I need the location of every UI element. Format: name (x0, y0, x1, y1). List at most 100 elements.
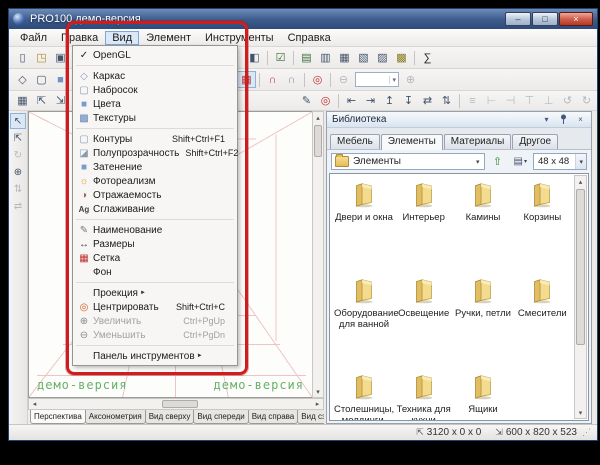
resize-grip[interactable]: ⋰ (582, 427, 591, 438)
view-tab-4[interactable]: Вид справа (247, 410, 299, 424)
snap-objects-button[interactable]: ∩ (282, 71, 301, 88)
ungroup-button[interactable]: ⊢ (482, 92, 501, 109)
dimension-tool-button[interactable]: ⇱ (10, 130, 26, 146)
folder-item[interactable]: Техника для кухни (394, 372, 453, 420)
wireframe-view-button[interactable]: ◇ (13, 71, 32, 88)
pin-panel-button[interactable] (556, 113, 571, 127)
distribute-h-button[interactable]: ⇄ (418, 92, 437, 109)
scroll-up-icon[interactable]: ▴ (575, 176, 586, 187)
move-element-button[interactable]: ⇱ (32, 92, 51, 109)
mirror-button[interactable]: ⊥ (539, 92, 558, 109)
zoom-level-combo[interactable]: ▾ (355, 72, 399, 87)
icon-size-combo[interactable]: 48 x 48 ▾ (533, 153, 587, 170)
folder-item[interactable]: Столешницы, молдинги, гар... (334, 372, 394, 420)
folder-item[interactable]: Освещение (394, 276, 453, 364)
minimize-button[interactable]: – (505, 12, 531, 26)
scroll-down-icon[interactable]: ▾ (575, 407, 586, 418)
zoom-out-button[interactable]: ⊖ (334, 71, 353, 88)
view-mode-button[interactable]: ▤ ▾ (511, 152, 530, 171)
close-panel-button[interactable]: × (573, 113, 588, 127)
folder-item[interactable]: Ящики (453, 372, 512, 420)
colors-view-button[interactable]: ■ (51, 71, 70, 88)
menu-item[interactable]: ■ Затенение (73, 160, 237, 174)
menu-item[interactable]: ↔ Размеры (73, 237, 237, 251)
summary-button[interactable]: ∑ (418, 49, 437, 66)
menu-item[interactable]: Фон (73, 265, 237, 279)
rotate-tool-button[interactable]: ↻ (10, 147, 26, 163)
open-file-button[interactable]: ◳ (32, 49, 51, 66)
library-scrollbar[interactable]: ▴ ▾ (574, 175, 587, 419)
center-view-button[interactable]: ◎ (316, 92, 335, 109)
panel-menu-button[interactable]: ▾ (539, 113, 554, 127)
view-tab-0[interactable]: Перспектива (30, 410, 86, 424)
menu-item[interactable]: ◎ Центрировать Shift+Ctrl+C (73, 300, 237, 314)
menu-item[interactable]: ▢ Набросок (73, 83, 237, 97)
menubar-item-2[interactable]: Вид (105, 30, 140, 45)
rotate-left-button[interactable]: ↺ (558, 92, 577, 109)
flip-v-button[interactable]: ⊤ (520, 92, 539, 109)
menu-item[interactable]: ⊖ Уменьшить Ctrl+PgDn (73, 328, 237, 342)
report-3-button[interactable]: ▦ (335, 49, 354, 66)
menu-item[interactable]: ▢ Контуры Shift+Ctrl+F1 (73, 132, 237, 146)
menu-item[interactable]: ☼ Фотореализм (73, 174, 237, 188)
align-top-button[interactable]: ↥ (380, 92, 399, 109)
scroll-up-icon[interactable]: ▴ (313, 112, 324, 123)
walk-tool-button[interactable]: ⇄ (10, 198, 26, 214)
scroll-down-icon[interactable]: ▾ (313, 386, 324, 397)
folder-item[interactable]: Интерьер (394, 180, 453, 268)
folder-item[interactable]: Корзины (513, 180, 572, 268)
properties-button[interactable]: ◧ (245, 49, 264, 66)
flip-h-button[interactable]: ⊣ (501, 92, 520, 109)
menu-item[interactable]: Панель инструментов ► (73, 349, 237, 363)
menu-item[interactable]: ⊕ Увеличить Ctrl+PgUp (73, 314, 237, 328)
report-6-button[interactable]: ▩ (392, 49, 411, 66)
folder-item[interactable]: Смесители (513, 276, 572, 364)
rotate-right-button[interactable]: ↻ (577, 92, 596, 109)
menubar-item-0[interactable]: Файл (13, 31, 54, 45)
zoom-in-button[interactable]: ⊕ (401, 71, 420, 88)
folder-item[interactable]: Оборудование для ванной (334, 276, 399, 364)
menu-item[interactable]: Ag Сглаживание (73, 202, 237, 216)
group-button[interactable]: ≡ (463, 92, 482, 109)
scroll-thumb[interactable] (576, 189, 585, 345)
canvas-vertical-scrollbar[interactable]: ▴ ▾ (312, 111, 324, 398)
menu-item[interactable]: ◪ Полупрозрачность Shift+Ctrl+F2 (73, 146, 238, 160)
close-button[interactable]: × (559, 12, 593, 26)
new-file-button[interactable]: ▯ (13, 49, 32, 66)
menubar-item-4[interactable]: Инструменты (198, 31, 281, 45)
report-5-button[interactable]: ▨ (373, 49, 392, 66)
snap-magnet-button[interactable]: ∩ (263, 71, 282, 88)
scroll-thumb[interactable] (314, 125, 322, 157)
grid-settings-button[interactable]: ▦ (13, 92, 32, 109)
align-bottom-button[interactable]: ↧ (399, 92, 418, 109)
measure-tool-button[interactable]: ⊕ (10, 164, 26, 180)
menubar-item-3[interactable]: Элемент (139, 31, 198, 45)
menu-item[interactable]: ◇ Каркас (73, 69, 237, 83)
menu-item[interactable]: ✓ OpenGL (73, 48, 237, 62)
view-tab-5[interactable]: Вид сзади (297, 410, 324, 424)
save-button[interactable]: ▣ (51, 49, 70, 66)
menu-item[interactable]: ▦ Сетка (73, 251, 237, 265)
menubar-item-1[interactable]: Правка (54, 31, 105, 45)
view-tab-3[interactable]: Вид спереди (193, 410, 249, 424)
sketch-view-button[interactable]: ▢ (32, 71, 51, 88)
align-left-button[interactable]: ⇤ (342, 92, 361, 109)
align-right-button[interactable]: ⇥ (361, 92, 380, 109)
report-4-button[interactable]: ▧ (354, 49, 373, 66)
scroll-left-icon[interactable]: ◂ (29, 399, 40, 410)
distribute-v-button[interactable]: ⇅ (437, 92, 456, 109)
folder-item[interactable]: Двери и окна (334, 180, 394, 268)
menu-item[interactable]: ■ Цвета (73, 97, 237, 111)
scroll-thumb[interactable] (162, 400, 199, 408)
menubar-item-5[interactable]: Справка (281, 31, 338, 45)
canvas-horizontal-scrollbar[interactable]: ◂ ▸ (28, 398, 324, 410)
price-list-button[interactable]: ☑ (271, 49, 290, 66)
view-tab-2[interactable]: Вид сверху (144, 410, 195, 424)
library-path-combo[interactable]: Элементы ▾ (331, 153, 485, 170)
menu-item[interactable]: ▩ Текстуры (73, 111, 237, 125)
report-2-button[interactable]: ▥ (316, 49, 335, 66)
select-tool-button[interactable]: ↖ (10, 113, 26, 129)
menu-item[interactable]: ◑ Отражаемость (73, 188, 237, 202)
maximize-button[interactable]: □ (532, 12, 558, 26)
library-tab-2[interactable]: Материалы (443, 134, 512, 149)
